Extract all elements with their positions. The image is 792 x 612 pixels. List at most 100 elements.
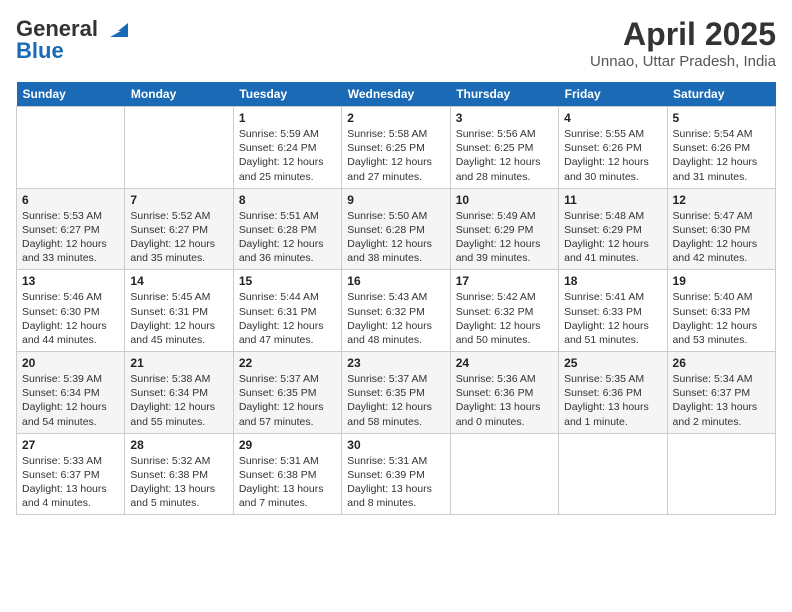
week-row-1: 1 Sunrise: 5:59 AM Sunset: 6:24 PM Daylig… [17,107,776,189]
day-info: Sunrise: 5:37 AM Sunset: 6:35 PM Dayligh… [239,372,336,429]
calendar-cell: 8 Sunrise: 5:51 AM Sunset: 6:28 PM Daylig… [233,188,341,270]
calendar-cell: 17 Sunrise: 5:42 AM Sunset: 6:32 PM Dayli… [450,270,558,352]
weekday-header-thursday: Thursday [450,82,558,107]
day-number: 19 [673,274,770,288]
day-info: Sunrise: 5:39 AM Sunset: 6:34 PM Dayligh… [22,372,119,429]
calendar-cell: 26 Sunrise: 5:34 AM Sunset: 6:37 PM Dayli… [667,352,775,434]
calendar-cell: 22 Sunrise: 5:37 AM Sunset: 6:35 PM Dayli… [233,352,341,434]
day-number: 24 [456,356,553,370]
weekday-header-monday: Monday [125,82,233,107]
calendar-cell: 1 Sunrise: 5:59 AM Sunset: 6:24 PM Daylig… [233,107,341,189]
calendar-cell: 11Sunrise: 5:48 AM Sunset: 6:29 PM Dayli… [559,188,667,270]
day-number: 16 [347,274,444,288]
day-info: Sunrise: 5:31 AM Sunset: 6:38 PM Dayligh… [239,454,336,511]
calendar-cell: 25Sunrise: 5:35 AM Sunset: 6:36 PM Dayli… [559,352,667,434]
day-number: 22 [239,356,336,370]
weekday-header-tuesday: Tuesday [233,82,341,107]
week-row-2: 6 Sunrise: 5:53 AM Sunset: 6:27 PM Daylig… [17,188,776,270]
day-number: 12 [673,193,770,207]
calendar-cell: 29 Sunrise: 5:31 AM Sunset: 6:38 PM Dayli… [233,433,341,515]
day-number: 21 [130,356,227,370]
calendar-cell: 12 Sunrise: 5:47 AM Sunset: 6:30 PM Dayli… [667,188,775,270]
day-info: Sunrise: 5:54 AM Sunset: 6:26 PM Dayligh… [673,127,770,184]
calendar-cell [125,107,233,189]
day-number: 17 [456,274,553,288]
day-info: Sunrise: 5:47 AM Sunset: 6:30 PM Dayligh… [673,209,770,266]
calendar-cell: 24 Sunrise: 5:36 AM Sunset: 6:36 PM Dayli… [450,352,558,434]
weekday-header-wednesday: Wednesday [342,82,450,107]
calendar-cell: 9 Sunrise: 5:50 AM Sunset: 6:28 PM Daylig… [342,188,450,270]
calendar-cell: 14 Sunrise: 5:45 AM Sunset: 6:31 PM Dayli… [125,270,233,352]
day-number: 2 [347,111,444,125]
calendar-cell: 13Sunrise: 5:46 AM Sunset: 6:30 PM Dayli… [17,270,125,352]
weekday-header-friday: Friday [559,82,667,107]
day-info: Sunrise: 5:36 AM Sunset: 6:36 PM Dayligh… [456,372,553,429]
calendar-cell: 2 Sunrise: 5:58 AM Sunset: 6:25 PM Daylig… [342,107,450,189]
calendar-cell: 10 Sunrise: 5:49 AM Sunset: 6:29 PM Dayli… [450,188,558,270]
day-info: Sunrise: 5:40 AM Sunset: 6:33 PM Dayligh… [673,290,770,347]
calendar-cell [559,433,667,515]
day-number: 9 [347,193,444,207]
day-info: Sunrise: 5:53 AM Sunset: 6:27 PM Dayligh… [22,209,119,266]
week-row-3: 13Sunrise: 5:46 AM Sunset: 6:30 PM Dayli… [17,270,776,352]
day-number: 18 [564,274,661,288]
calendar-cell: 20 Sunrise: 5:39 AM Sunset: 6:34 PM Dayli… [17,352,125,434]
day-info: Sunrise: 5:51 AM Sunset: 6:28 PM Dayligh… [239,209,336,266]
day-number: 20 [22,356,119,370]
day-info: Sunrise: 5:43 AM Sunset: 6:32 PM Dayligh… [347,290,444,347]
day-info: Sunrise: 5:38 AM Sunset: 6:34 PM Dayligh… [130,372,227,429]
logo-blue: Blue [16,38,64,64]
page-header: General Blue April 2025 Unnao, Uttar Pra… [16,16,776,70]
calendar-cell: 23 Sunrise: 5:37 AM Sunset: 6:35 PM Dayli… [342,352,450,434]
day-info: Sunrise: 5:49 AM Sunset: 6:29 PM Dayligh… [456,209,553,266]
month-title: April 2025 [590,16,776,53]
weekday-header-row: SundayMondayTuesdayWednesdayThursdayFrid… [17,82,776,107]
day-number: 3 [456,111,553,125]
day-info: Sunrise: 5:41 AM Sunset: 6:33 PM Dayligh… [564,290,661,347]
day-info: Sunrise: 5:50 AM Sunset: 6:28 PM Dayligh… [347,209,444,266]
logo-icon [100,19,130,39]
day-info: Sunrise: 5:31 AM Sunset: 6:39 PM Dayligh… [347,454,444,511]
day-number: 26 [673,356,770,370]
day-number: 15 [239,274,336,288]
day-info: Sunrise: 5:45 AM Sunset: 6:31 PM Dayligh… [130,290,227,347]
calendar-cell: 18 Sunrise: 5:41 AM Sunset: 6:33 PM Dayli… [559,270,667,352]
logo: General Blue [16,16,130,64]
day-number: 23 [347,356,444,370]
calendar-cell: 16 Sunrise: 5:43 AM Sunset: 6:32 PM Dayli… [342,270,450,352]
day-info: Sunrise: 5:42 AM Sunset: 6:32 PM Dayligh… [456,290,553,347]
day-info: Sunrise: 5:56 AM Sunset: 6:25 PM Dayligh… [456,127,553,184]
day-info: Sunrise: 5:58 AM Sunset: 6:25 PM Dayligh… [347,127,444,184]
calendar-cell: 7Sunrise: 5:52 AM Sunset: 6:27 PM Daylig… [125,188,233,270]
calendar-cell: 28Sunrise: 5:32 AM Sunset: 6:38 PM Dayli… [125,433,233,515]
day-info: Sunrise: 5:59 AM Sunset: 6:24 PM Dayligh… [239,127,336,184]
calendar-cell: 15 Sunrise: 5:44 AM Sunset: 6:31 PM Dayli… [233,270,341,352]
day-info: Sunrise: 5:34 AM Sunset: 6:37 PM Dayligh… [673,372,770,429]
day-number: 29 [239,438,336,452]
day-number: 30 [347,438,444,452]
day-number: 14 [130,274,227,288]
day-info: Sunrise: 5:37 AM Sunset: 6:35 PM Dayligh… [347,372,444,429]
day-number: 11 [564,193,661,207]
day-number: 8 [239,193,336,207]
day-info: Sunrise: 5:33 AM Sunset: 6:37 PM Dayligh… [22,454,119,511]
day-number: 7 [130,193,227,207]
calendar-cell [667,433,775,515]
location: Unnao, Uttar Pradesh, India [590,53,776,70]
day-number: 6 [22,193,119,207]
calendar-cell: 19 Sunrise: 5:40 AM Sunset: 6:33 PM Dayli… [667,270,775,352]
weekday-header-sunday: Sunday [17,82,125,107]
calendar-cell: 30 Sunrise: 5:31 AM Sunset: 6:39 PM Dayli… [342,433,450,515]
weekday-header-saturday: Saturday [667,82,775,107]
calendar-cell: 3 Sunrise: 5:56 AM Sunset: 6:25 PM Daylig… [450,107,558,189]
day-number: 10 [456,193,553,207]
day-number: 25 [564,356,661,370]
day-info: Sunrise: 5:44 AM Sunset: 6:31 PM Dayligh… [239,290,336,347]
calendar-cell [450,433,558,515]
day-number: 4 [564,111,661,125]
calendar-table: SundayMondayTuesdayWednesdayThursdayFrid… [16,82,776,515]
calendar-cell: 21 Sunrise: 5:38 AM Sunset: 6:34 PM Dayli… [125,352,233,434]
title-area: April 2025 Unnao, Uttar Pradesh, India [590,16,776,70]
day-number: 1 [239,111,336,125]
day-number: 13 [22,274,119,288]
